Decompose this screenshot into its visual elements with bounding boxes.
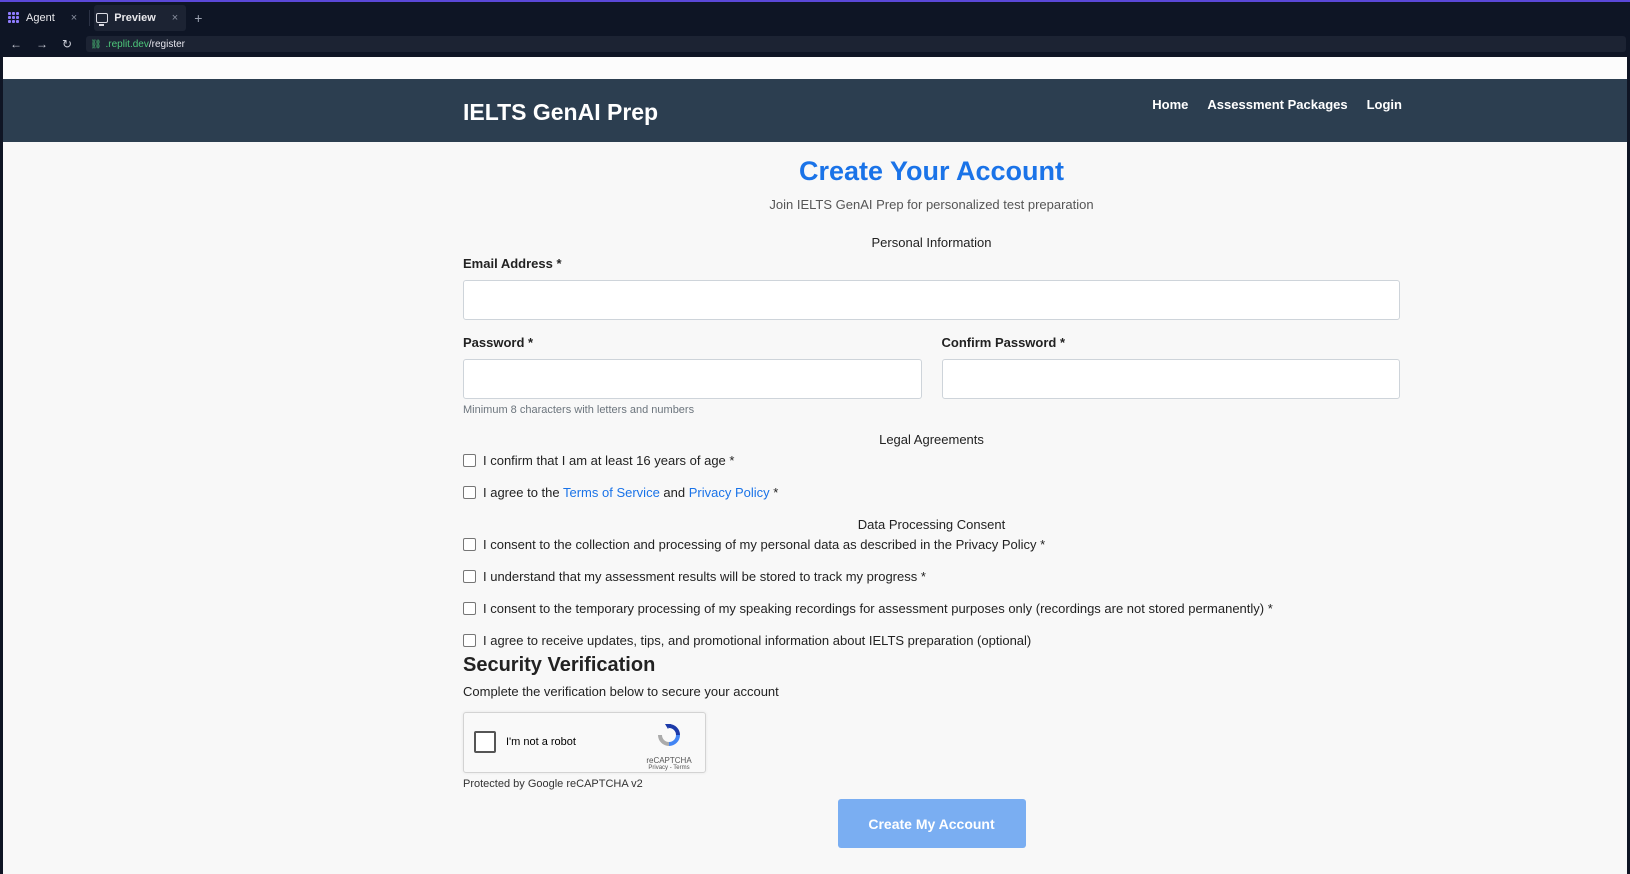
nav-home[interactable]: Home	[1152, 97, 1188, 112]
consent-speaking-label: I consent to the temporary processing of…	[483, 601, 1273, 616]
age-confirm-checkbox[interactable]: I confirm that I am at least 16 years of…	[463, 453, 1400, 468]
tab-preview[interactable]: Preview ×	[94, 4, 187, 31]
recaptcha-label: I'm not a robot	[506, 736, 576, 748]
terms-mid: and	[659, 485, 689, 500]
register-form: Create Your Account Join IELTS GenAI Pre…	[463, 142, 1400, 848]
top-strip	[3, 57, 1630, 79]
recaptcha-logo: reCAPTCHA Privacy - Terms	[643, 721, 695, 771]
page-subtitle: Join IELTS GenAI Prep for personalized t…	[769, 197, 1094, 212]
forward-icon[interactable]: →	[36, 38, 48, 50]
url-bar: ← → ↻ ⛓ .replit.dev/register	[0, 33, 1630, 55]
tab-preview-label: Preview	[114, 11, 156, 24]
page-title: Create Your Account	[798, 156, 1065, 186]
tab-agent[interactable]: Agent ×	[6, 5, 85, 31]
tab-divider	[89, 9, 91, 26]
password-label: Password *	[463, 335, 534, 350]
checkbox[interactable]	[463, 602, 476, 615]
legal-agreements-heading: Legal Agreements	[879, 432, 984, 447]
url-host: .replit.dev	[105, 38, 149, 50]
address-field[interactable]: ⛓ .replit.dev/register	[86, 36, 1626, 52]
privacy-policy-link[interactable]: Privacy Policy	[689, 485, 770, 500]
preview-viewport: IELTS GenAI Prep Home Assessment Package…	[3, 57, 1630, 874]
password-group: Password *	[463, 335, 922, 399]
recaptcha-checkbox[interactable]	[474, 731, 496, 753]
recaptcha-widget: I'm not a robot reCAPTCHA Privacy - Term…	[463, 712, 706, 773]
close-icon[interactable]: ×	[172, 12, 178, 24]
nav-assessment-packages[interactable]: Assessment Packages	[1207, 97, 1347, 112]
password-row: Password * Confirm Password *	[463, 335, 1400, 399]
agent-icon	[8, 11, 20, 24]
reload-icon[interactable]: ↻	[62, 38, 72, 50]
consent-results-checkbox[interactable]: I understand that my assessment results …	[463, 569, 1400, 584]
age-confirm-label: I confirm that I am at least 16 years of…	[483, 453, 735, 468]
recaptcha-name: reCAPTCHA	[646, 756, 692, 765]
security-description: Complete the verification below to secur…	[463, 684, 779, 699]
recaptcha-note: Protected by Google reCAPTCHA v2	[463, 778, 643, 790]
url-path: /register	[148, 38, 185, 50]
checkbox[interactable]	[463, 538, 476, 551]
confirm-password-field[interactable]	[941, 359, 1400, 399]
email-field[interactable]	[463, 280, 1400, 320]
data-consent-heading: Data Processing Consent	[857, 517, 1006, 532]
link-icon: ⛓	[90, 38, 102, 49]
confirm-password-group: Confirm Password *	[941, 335, 1400, 399]
terms-suffix: *	[769, 485, 779, 500]
checkbox[interactable]	[463, 486, 476, 499]
monitor-icon	[96, 12, 109, 26]
confirm-password-label: Confirm Password *	[941, 335, 1066, 350]
security-heading: Security Verification	[463, 654, 656, 676]
personal-info-heading: Personal Information	[871, 235, 992, 250]
nav-login[interactable]: Login	[1367, 97, 1402, 112]
consent-marketing-label: I agree to receive updates, tips, and pr…	[483, 633, 1032, 648]
consent-speaking-checkbox[interactable]: I consent to the temporary processing of…	[463, 601, 1400, 616]
consent-results-label: I understand that my assessment results …	[483, 569, 926, 584]
back-icon[interactable]: ←	[10, 38, 22, 50]
site-header: IELTS GenAI Prep Home Assessment Package…	[3, 79, 1630, 142]
checkbox[interactable]	[463, 634, 476, 647]
checkbox[interactable]	[463, 570, 476, 583]
recaptcha-icon	[658, 724, 680, 746]
email-label: Email Address *	[463, 256, 562, 271]
checkbox[interactable]	[463, 454, 476, 467]
recaptcha-links[interactable]: Privacy - Terms	[643, 765, 695, 771]
close-icon[interactable]: ×	[71, 12, 77, 24]
password-field[interactable]	[463, 359, 922, 399]
site-brand[interactable]: IELTS GenAI Prep	[463, 99, 658, 126]
terms-of-service-link[interactable]: Terms of Service	[563, 485, 660, 500]
consent-personal-label: I consent to the collection and processi…	[483, 537, 1046, 552]
consent-personal-checkbox[interactable]: I consent to the collection and processi…	[463, 537, 1400, 552]
password-hint: Minimum 8 characters with letters and nu…	[463, 404, 695, 416]
terms-prefix: I agree to the	[483, 485, 563, 500]
tab-agent-label: Agent	[26, 11, 55, 24]
tab-bar: Agent × Preview × +	[0, 0, 1630, 33]
create-account-button[interactable]: Create My Account	[837, 799, 1026, 848]
add-tab-icon[interactable]: +	[194, 10, 202, 26]
site-nav: Home Assessment Packages Login	[1152, 97, 1402, 112]
consent-marketing-checkbox[interactable]: I agree to receive updates, tips, and pr…	[463, 633, 1400, 648]
terms-checkbox[interactable]: I agree to the Terms of Service and Priv…	[463, 485, 1400, 500]
